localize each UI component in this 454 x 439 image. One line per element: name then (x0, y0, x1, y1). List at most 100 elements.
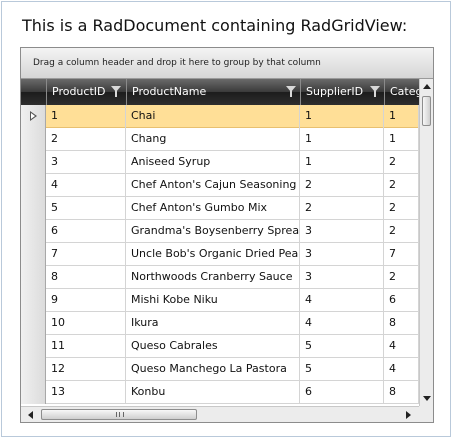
cell-cat[interactable]: 1 (384, 105, 419, 128)
cell-supplier[interactable]: 1 (300, 128, 384, 151)
cell-name[interactable]: Queso Manchego La Pastora (126, 358, 300, 381)
cell-supplier[interactable]: 3 (300, 266, 384, 289)
cell-supplier[interactable]: 4 (300, 289, 384, 312)
cell-cat[interactable]: 6 (384, 289, 419, 312)
cell-name[interactable]: Ikura (126, 312, 300, 335)
scroll-down-icon[interactable] (423, 396, 431, 401)
cell-supplier[interactable]: 3 (300, 220, 384, 243)
table-row[interactable]: 11 Queso Cabrales 5 4 (21, 335, 419, 358)
cell-cat[interactable]: 4 (384, 335, 419, 358)
table-row[interactable]: 7 Uncle Bob's Organic Dried Pears 3 7 (21, 243, 419, 266)
column-header-label: Categ (390, 85, 419, 98)
scroll-up-icon[interactable] (423, 84, 431, 89)
cell-cat[interactable]: 7 (384, 243, 419, 266)
cell-name[interactable]: Konbu (126, 381, 300, 404)
cell-cat[interactable]: 8 (384, 312, 419, 335)
table-row[interactable]: 1 Chai 1 1 (21, 105, 419, 128)
table-row[interactable]: 5 Chef Anton's Gumbo Mix 2 2 (21, 197, 419, 220)
cell-id[interactable]: 6 (46, 220, 126, 243)
row-indicator[interactable] (21, 151, 46, 174)
cell-name[interactable]: Chef Anton's Cajun Seasoning (126, 174, 300, 197)
cell-name[interactable]: Grandma's Boysenberry Spread (126, 220, 300, 243)
horizontal-scroll-thumb[interactable] (41, 409, 197, 420)
column-header-productname[interactable]: ProductName (126, 79, 300, 105)
cell-supplier[interactable]: 4 (300, 312, 384, 335)
horizontal-scrollbar[interactable] (21, 406, 419, 422)
scroll-left-icon[interactable] (28, 411, 33, 419)
cell-supplier[interactable]: 6 (300, 381, 384, 404)
table-row[interactable]: 4 Chef Anton's Cajun Seasoning 2 2 (21, 174, 419, 197)
vertical-scrollbar[interactable] (419, 79, 433, 406)
cell-name[interactable]: Chang (126, 128, 300, 151)
cell-cat[interactable]: 2 (384, 220, 419, 243)
cell-name[interactable]: Uncle Bob's Organic Dried Pears (126, 243, 300, 266)
cell-name[interactable]: Mishi Kobe Niku (126, 289, 300, 312)
cell-cat[interactable]: 2 (384, 174, 419, 197)
cell-supplier[interactable]: 1 (300, 105, 384, 128)
row-indicator[interactable] (21, 220, 46, 243)
current-row-arrow-icon (30, 111, 37, 121)
grid-rows: 1 Chai 1 1 2 Chang 1 1 3 Aniseed Syrup 1 2 4 Chef Ant… (21, 105, 419, 406)
cell-id[interactable]: 1 (46, 105, 126, 128)
cell-id[interactable]: 2 (46, 128, 126, 151)
row-indicator[interactable] (21, 266, 46, 289)
cell-id[interactable]: 13 (46, 381, 126, 404)
cell-cat[interactable]: 2 (384, 151, 419, 174)
table-row[interactable]: 8 Northwoods Cranberry Sauce 3 2 (21, 266, 419, 289)
row-indicator[interactable] (21, 197, 46, 220)
table-row[interactable]: 3 Aniseed Syrup 1 2 (21, 151, 419, 174)
cell-id[interactable]: 9 (46, 289, 126, 312)
cell-supplier[interactable]: 2 (300, 174, 384, 197)
row-indicator[interactable] (21, 381, 46, 404)
cell-id[interactable]: 12 (46, 358, 126, 381)
column-header-supplierid[interactable]: SupplierID (300, 79, 384, 105)
table-row[interactable]: 6 Grandma's Boysenberry Spread 3 2 (21, 220, 419, 243)
cell-cat[interactable]: 2 (384, 197, 419, 220)
cell-supplier[interactable]: 2 (300, 197, 384, 220)
column-header-row: ProductID ProductName SupplierID Categ (21, 79, 419, 105)
filter-icon[interactable] (286, 86, 296, 97)
table-row[interactable]: 2 Chang 1 1 (21, 128, 419, 151)
cell-name[interactable]: Queso Cabrales (126, 335, 300, 358)
cell-id[interactable]: 5 (46, 197, 126, 220)
row-indicator[interactable] (21, 243, 46, 266)
cell-supplier[interactable]: 5 (300, 335, 384, 358)
row-indicator[interactable] (21, 312, 46, 335)
column-header-productid[interactable]: ProductID (46, 79, 126, 105)
cell-cat[interactable]: 4 (384, 358, 419, 381)
table-row[interactable]: 12 Queso Manchego La Pastora 5 4 (21, 358, 419, 381)
column-header-label: ProductID (52, 85, 106, 98)
vertical-scroll-thumb[interactable] (422, 96, 431, 126)
cell-cat[interactable]: 1 (384, 128, 419, 151)
cell-id[interactable]: 11 (46, 335, 126, 358)
cell-name[interactable]: Chai (126, 105, 300, 128)
row-indicator[interactable] (21, 128, 46, 151)
cell-supplier[interactable]: 5 (300, 358, 384, 381)
cell-id[interactable]: 8 (46, 266, 126, 289)
row-indicator[interactable] (21, 174, 46, 197)
scroll-right-icon[interactable] (406, 411, 411, 419)
cell-supplier[interactable]: 3 (300, 243, 384, 266)
row-indicator[interactable] (21, 358, 46, 381)
group-panel[interactable]: Drag a column header and drop it here to… (21, 48, 433, 79)
cell-name[interactable]: Northwoods Cranberry Sauce (126, 266, 300, 289)
cell-name[interactable]: Chef Anton's Gumbo Mix (126, 197, 300, 220)
filter-icon[interactable] (111, 86, 121, 97)
row-indicator[interactable] (21, 289, 46, 312)
filter-icon[interactable] (370, 86, 380, 97)
cell-supplier[interactable]: 1 (300, 151, 384, 174)
cell-cat[interactable]: 2 (384, 266, 419, 289)
cell-cat[interactable]: 8 (384, 381, 419, 404)
cell-id[interactable]: 3 (46, 151, 126, 174)
row-indicator[interactable] (21, 335, 46, 358)
cell-name[interactable]: Aniseed Syrup (126, 151, 300, 174)
cell-id[interactable]: 7 (46, 243, 126, 266)
row-indicator[interactable] (21, 105, 46, 128)
table-row[interactable]: 13 Konbu 6 8 (21, 381, 419, 404)
table-row[interactable]: 10 Ikura 4 8 (21, 312, 419, 335)
cell-id[interactable]: 4 (46, 174, 126, 197)
column-header-category[interactable]: Categ (384, 79, 419, 105)
cell-id[interactable]: 10 (46, 312, 126, 335)
scrollbar-corner (419, 406, 433, 422)
table-row[interactable]: 9 Mishi Kobe Niku 4 6 (21, 289, 419, 312)
